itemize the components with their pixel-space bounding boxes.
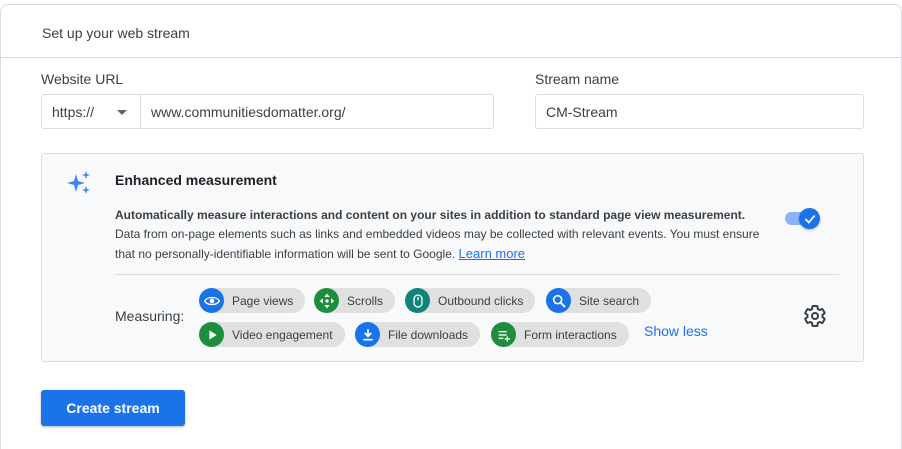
form-icon <box>491 322 516 347</box>
gear-icon[interactable] <box>803 304 827 328</box>
chip-page-views: Page views <box>199 288 306 313</box>
chip-label: File downloads <box>388 327 469 342</box>
learn-more-link[interactable]: Learn more <box>459 246 525 261</box>
stream-name-input[interactable] <box>535 94 864 129</box>
enhanced-measurement-description: Automatically measure interactions and c… <box>115 206 760 264</box>
toggle-knob <box>799 208 820 229</box>
chip-site-search: Site search <box>546 288 652 313</box>
check-icon <box>804 214 815 224</box>
enhanced-measurement-title: Enhanced measurement <box>115 172 277 188</box>
chip-label: Scrolls <box>347 293 384 308</box>
scroll-arrows-icon <box>314 288 339 313</box>
card-header: Set up your web stream <box>1 5 901 58</box>
create-stream-button[interactable]: Create stream <box>41 390 185 426</box>
description-lead: Automatically measure interactions and c… <box>115 208 746 222</box>
chip-label: Page views <box>232 293 294 308</box>
chip-label: Outbound clicks <box>438 293 524 308</box>
stream-name-label: Stream name <box>535 71 620 87</box>
mouse-icon <box>405 288 430 313</box>
play-icon <box>199 322 224 347</box>
card-title: Set up your web stream <box>42 25 190 41</box>
sparkle-icon <box>67 171 90 194</box>
download-icon <box>355 322 380 347</box>
website-url-field: https:// <box>41 94 494 129</box>
caret-down-icon <box>117 110 127 115</box>
chip-outbound-clicks: Outbound clicks <box>405 288 536 313</box>
website-url-input[interactable] <box>141 95 493 128</box>
chip-video-engagement: Video engagement <box>199 322 345 347</box>
show-less-link[interactable]: Show less <box>644 323 708 339</box>
chip-form-interactions: Form interactions <box>491 322 629 347</box>
eye-icon <box>199 288 224 313</box>
chip-label: Form interactions <box>524 327 617 342</box>
divider <box>115 274 839 275</box>
chip-label: Site search <box>579 293 640 308</box>
search-icon <box>546 288 571 313</box>
chip-label: Video engagement <box>232 327 333 342</box>
enhanced-measurement-toggle[interactable] <box>783 207 821 229</box>
enhanced-measurement-panel: Enhanced measurement Automatically measu… <box>41 153 864 362</box>
measuring-label: Measuring: <box>115 308 185 324</box>
website-url-label: Website URL <box>41 71 124 87</box>
description-body: Data from on-page elements such as links… <box>115 227 760 261</box>
chip-scrolls: Scrolls <box>314 288 396 313</box>
protocol-select[interactable]: https:// <box>42 95 141 128</box>
chip-file-downloads: File downloads <box>355 322 481 347</box>
protocol-value: https:// <box>52 103 95 120</box>
